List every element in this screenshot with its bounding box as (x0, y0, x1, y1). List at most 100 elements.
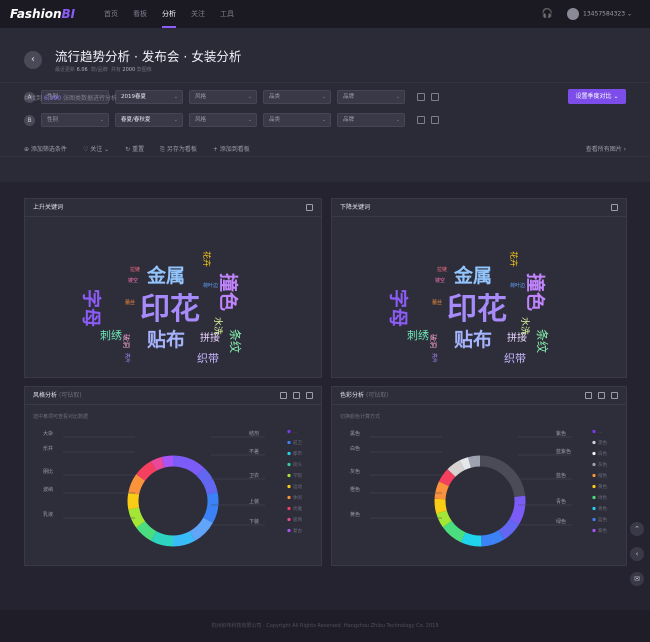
keyword-15[interactable]: 荷叶边 (510, 284, 525, 289)
donut-segment[interactable] (459, 457, 472, 471)
keyword-1[interactable]: 金属 (454, 267, 492, 286)
logo[interactable]: FashionBI (10, 7, 104, 21)
donut-segment[interactable] (509, 495, 526, 525)
save-as-board-button[interactable]: ⎘ 另存为看板 (160, 144, 197, 154)
export-icon[interactable] (598, 392, 605, 399)
delete-icon[interactable] (431, 116, 439, 124)
collapse-button[interactable]: ‹ (630, 547, 644, 561)
keyword-1[interactable]: 金属 (147, 267, 185, 286)
legend-item[interactable]: 前卫 (293, 439, 302, 446)
export-icon[interactable] (611, 204, 618, 211)
legend-item[interactable]: 学院 (293, 472, 302, 479)
select-category-a[interactable]: 品类 ⌄ (263, 90, 331, 104)
donut-segment[interactable] (196, 467, 218, 495)
legend-item[interactable]: 蓝色 (598, 516, 607, 523)
donut-segment[interactable] (434, 481, 449, 500)
legend-item[interactable]: 休闲 (293, 494, 302, 501)
keyword-0[interactable]: 印花 (447, 295, 507, 325)
keyword-6[interactable]: 拼接 (507, 334, 527, 344)
donut-segment[interactable] (479, 455, 526, 498)
fullscreen-icon[interactable] (306, 392, 313, 399)
legend-item[interactable]: 灰色 (598, 461, 607, 468)
follow-button[interactable]: ♡ 关注 ⌄ (83, 144, 109, 154)
keyword-14[interactable]: 亮片 (431, 353, 437, 363)
keyword-9[interactable]: 水洗 (519, 317, 529, 335)
color-donut-chart[interactable]: 黑色白色灰色橙色黄色紫色蓝紫色蓝色青色绿色...黑色白色灰色橙色黄色绿色青色蓝色… (332, 405, 628, 565)
keyword-10[interactable]: 花卉 (202, 251, 211, 267)
legend-item[interactable]: 黑色 (598, 439, 607, 446)
nav-item-follow[interactable]: 关注 (191, 0, 205, 28)
keyword-5[interactable]: 刺绣 (100, 330, 122, 341)
legend-item[interactable]: 橙色 (598, 472, 607, 479)
donut-segment[interactable] (128, 507, 146, 528)
keyword-0[interactable]: 印花 (140, 295, 200, 325)
compare-season-button[interactable]: 设置季度对比 ⌄ (568, 89, 626, 104)
keyword-12[interactable]: 拉链 (130, 268, 140, 273)
fullscreen-icon[interactable] (611, 392, 618, 399)
copy-icon[interactable] (417, 116, 425, 124)
export-icon[interactable] (306, 204, 313, 211)
donut-segment[interactable] (447, 460, 465, 477)
keyword-3[interactable]: 字母 (387, 289, 409, 327)
add-to-board-button[interactable]: + 添加到看板 (213, 144, 250, 154)
edit-icon[interactable] (585, 392, 592, 399)
keyword-11[interactable]: 破洞 (429, 334, 437, 348)
donut-segment[interactable] (172, 531, 195, 547)
keyword-7[interactable]: 条纹 (535, 329, 549, 353)
scroll-top-button[interactable]: ⌃ (630, 522, 644, 536)
donut-segment[interactable] (436, 510, 452, 528)
keyword-16[interactable]: 蕾丝 (125, 301, 135, 306)
keyword-9[interactable]: 水洗 (212, 317, 222, 335)
keyword-4[interactable]: 撞色 (217, 273, 239, 311)
donut-segment[interactable] (151, 531, 174, 547)
donut-segment[interactable] (161, 455, 174, 468)
donut-segment[interactable] (461, 532, 482, 547)
keyword-5[interactable]: 刺绣 (407, 330, 429, 341)
select-category-b[interactable]: 品类 ⌄ (263, 113, 331, 127)
nav-item-board[interactable]: 看板 (133, 0, 147, 28)
legend-item[interactable]: 优雅 (293, 505, 302, 512)
message-icon[interactable]: ✉ (630, 572, 644, 586)
donut-segment[interactable] (127, 492, 140, 510)
donut-segment[interactable] (172, 455, 205, 477)
select-season-a[interactable]: 2019春夏 ⌄ (115, 90, 183, 104)
view-all-images-link[interactable]: 查看所有图片 › (586, 144, 626, 153)
legend-item[interactable]: 运动 (293, 483, 302, 490)
select-gender-b[interactable]: 性别 ⌄ (41, 113, 109, 127)
keyword-16[interactable]: 蕾丝 (432, 301, 442, 306)
keyword-10[interactable]: 花卉 (509, 251, 518, 267)
keyword-3[interactable]: 字母 (80, 289, 102, 327)
nav-item-home[interactable]: 首页 (104, 0, 118, 28)
legend-item[interactable]: 街头 (293, 461, 302, 468)
donut-segment[interactable] (468, 455, 481, 468)
nav-item-analysis[interactable]: 分析 (162, 0, 176, 28)
donut-segment[interactable] (480, 530, 505, 547)
donut-segment[interactable] (136, 521, 157, 541)
headset-icon[interactable]: 🎧 (542, 9, 553, 19)
keyword-11[interactable]: 破洞 (122, 334, 130, 348)
edit-icon[interactable] (280, 392, 287, 399)
legend-item[interactable]: 紫色 (598, 527, 607, 534)
legend-item[interactable]: 青色 (598, 505, 607, 512)
legend-item[interactable]: ... (293, 430, 297, 435)
keyword-4[interactable]: 撞色 (524, 273, 546, 311)
legend-item[interactable]: 黄色 (598, 483, 607, 490)
delete-icon[interactable] (431, 93, 439, 101)
keyword-7[interactable]: 条纹 (228, 329, 242, 353)
nav-item-tools[interactable]: 工具 (220, 0, 234, 28)
select-season-b[interactable]: 春夏/春秋夏 ⌄ (115, 113, 183, 127)
legend-item[interactable]: 复古 (293, 527, 302, 534)
donut-segment[interactable] (438, 469, 456, 487)
donut-segment[interactable] (203, 492, 219, 523)
keyword-6[interactable]: 拼接 (200, 334, 220, 344)
donut-segment[interactable] (442, 520, 466, 543)
select-style-a[interactable]: 风格 ⌄ (189, 90, 257, 104)
keyword-12[interactable]: 拉链 (437, 268, 447, 273)
keyword-15[interactable]: 荷叶边 (203, 284, 218, 289)
legend-item[interactable]: 都市 (293, 450, 302, 457)
keyword-13[interactable]: 镂空 (435, 279, 445, 284)
keyword-13[interactable]: 镂空 (128, 279, 138, 284)
donut-segment[interactable] (434, 498, 447, 514)
add-filter-button[interactable]: ⊕ 添加筛选条件 (24, 144, 67, 154)
style-donut-chart[interactable]: 大杂乐井朋比波纳乳液 结剂不差卫衣上装下装... 前卫都市街头学院运动休闲优雅极简复… (25, 405, 323, 565)
